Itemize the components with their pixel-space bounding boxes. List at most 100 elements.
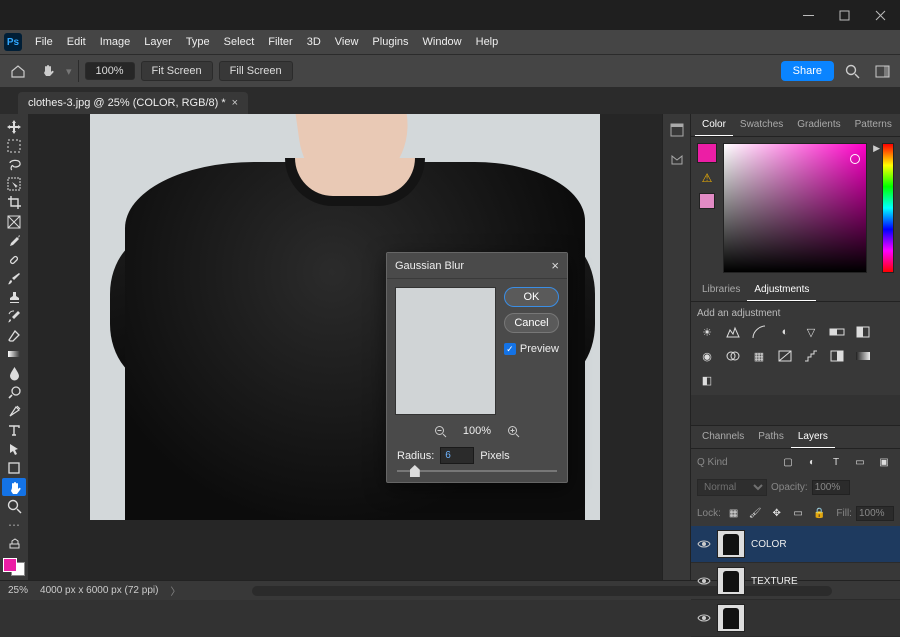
zoom-tool-icon[interactable]	[2, 497, 26, 515]
tab-patterns[interactable]: Patterns	[848, 114, 899, 136]
lock-artboard-icon[interactable]: ▭	[789, 504, 807, 522]
adj-bw-icon[interactable]	[853, 323, 873, 341]
visibility-eye-icon[interactable]	[697, 611, 711, 625]
lasso-tool-icon[interactable]	[2, 156, 26, 174]
lock-paint-icon[interactable]: 🖌	[746, 504, 764, 522]
menu-view[interactable]: View	[328, 33, 366, 51]
opacity-field[interactable]	[812, 480, 850, 495]
tab-layers[interactable]: Layers	[791, 426, 835, 448]
lock-trans-icon[interactable]: ▦	[725, 504, 743, 522]
adj-curves-icon[interactable]	[749, 323, 769, 341]
menu-edit[interactable]: Edit	[60, 33, 93, 51]
tab-channels[interactable]: Channels	[695, 426, 751, 448]
radius-input[interactable]	[440, 447, 474, 464]
window-maximize-button[interactable]	[826, 1, 862, 29]
zoom-in-icon[interactable]	[505, 423, 521, 439]
fit-screen-button[interactable]: Fit Screen	[141, 61, 213, 81]
panel-icon-a[interactable]	[667, 120, 687, 140]
menu-type[interactable]: Type	[179, 33, 217, 51]
preview-checkbox[interactable]: ✓ Preview	[504, 343, 559, 355]
blur-tool-icon[interactable]	[2, 364, 26, 382]
status-chevron-icon[interactable]: 〉	[170, 583, 180, 598]
adj-gradient-map-icon[interactable]	[853, 347, 873, 365]
layer-thumbnail[interactable]	[717, 567, 745, 595]
tab-libraries[interactable]: Libraries	[695, 279, 747, 301]
color-alt-swatch[interactable]	[699, 193, 715, 209]
search-icon[interactable]	[840, 59, 864, 83]
cancel-button[interactable]: Cancel	[504, 313, 559, 333]
adj-threshold-icon[interactable]	[827, 347, 847, 365]
adj-posterize-icon[interactable]	[801, 347, 821, 365]
share-button[interactable]: Share	[781, 61, 834, 81]
menu-help[interactable]: Help	[469, 33, 506, 51]
workspace-icon[interactable]	[870, 59, 894, 83]
adj-photo-filter-icon[interactable]: ◉	[697, 347, 717, 365]
shape-tool-icon[interactable]	[2, 459, 26, 477]
dialog-close-icon[interactable]: ×	[551, 258, 559, 273]
fill-field[interactable]	[856, 506, 894, 521]
history-brush-tool-icon[interactable]	[2, 308, 26, 326]
close-tab-icon[interactable]: ×	[232, 97, 238, 109]
layer-row[interactable]: COLOR	[691, 526, 900, 563]
filter-adjust-icon[interactable]: ◐	[802, 453, 822, 471]
adj-hue-icon[interactable]	[827, 323, 847, 341]
tab-color[interactable]: Color	[695, 114, 733, 136]
color-field-cursor[interactable]	[850, 154, 860, 164]
radius-slider[interactable]	[387, 468, 567, 482]
hand-tool-icon-selected[interactable]	[2, 478, 26, 496]
path-select-tool-icon[interactable]	[2, 440, 26, 458]
lock-all-icon[interactable]: 🔒	[811, 504, 829, 522]
frame-tool-icon[interactable]	[2, 213, 26, 231]
filter-shape-icon[interactable]: ▭	[850, 453, 870, 471]
color-field[interactable]	[723, 143, 867, 273]
hand-tool-icon[interactable]	[36, 59, 60, 83]
panel-icon-b[interactable]	[667, 150, 687, 170]
menu-file[interactable]: File	[28, 33, 60, 51]
zoom-level-field[interactable]: 100%	[85, 62, 135, 80]
layer-name[interactable]: TEXTURE	[751, 576, 798, 587]
eraser-tool-icon[interactable]	[2, 326, 26, 344]
crop-tool-icon[interactable]	[2, 194, 26, 212]
adj-vibrance-icon[interactable]: ▽	[801, 323, 821, 341]
eyedropper-tool-icon[interactable]	[2, 232, 26, 250]
layer-thumbnail[interactable]	[717, 604, 745, 632]
object-select-tool-icon[interactable]	[2, 175, 26, 193]
dialog-preview-thumbnail[interactable]	[395, 287, 496, 415]
visibility-eye-icon[interactable]	[697, 537, 711, 551]
menu-plugins[interactable]: Plugins	[365, 33, 415, 51]
edit-toolbar-icon[interactable]	[2, 535, 26, 553]
fill-screen-button[interactable]: Fill Screen	[219, 61, 293, 81]
color-foreground-swatch[interactable]	[697, 143, 717, 163]
toolbox-more-icon[interactable]: ⋯	[2, 516, 26, 534]
gradient-tool-icon[interactable]	[2, 345, 26, 363]
menu-layer[interactable]: Layer	[137, 33, 179, 51]
ok-button[interactable]: OK	[504, 287, 559, 307]
type-tool-icon[interactable]	[2, 421, 26, 439]
adj-channel-mixer-icon[interactable]	[723, 347, 743, 365]
tab-swatches[interactable]: Swatches	[733, 114, 790, 136]
filter-type-icon[interactable]: T	[826, 453, 846, 471]
gamut-warning-icon[interactable]: ⚠	[702, 171, 713, 185]
menu-image[interactable]: Image	[93, 33, 138, 51]
adj-color-lookup-icon[interactable]: ▦	[749, 347, 769, 365]
status-doc-info[interactable]: 4000 px x 6000 px (72 ppi)	[40, 585, 158, 596]
healing-tool-icon[interactable]	[2, 251, 26, 269]
horizontal-scrollbar[interactable]	[252, 586, 832, 596]
adj-exposure-icon[interactable]: ◐	[775, 323, 795, 341]
layer-list[interactable]: COLOR TEXTURE	[691, 526, 900, 637]
canvas-area[interactable]: Gaussian Blur × OK Cancel ✓ Preview 100%	[28, 114, 662, 580]
brush-tool-icon[interactable]	[2, 270, 26, 288]
filter-pixel-icon[interactable]: ▢	[778, 453, 798, 471]
layer-thumbnail[interactable]	[717, 530, 745, 558]
filter-smart-icon[interactable]: ▣	[874, 453, 894, 471]
pen-tool-icon[interactable]	[2, 402, 26, 420]
adj-invert-icon[interactable]	[775, 347, 795, 365]
dialog-titlebar[interactable]: Gaussian Blur ×	[387, 253, 567, 279]
home-icon[interactable]	[6, 59, 30, 83]
menu-select[interactable]: Select	[217, 33, 262, 51]
dodge-tool-icon[interactable]	[2, 383, 26, 401]
adj-selective-color-icon[interactable]: ◧	[697, 371, 717, 389]
layer-row[interactable]	[691, 600, 900, 637]
hue-slider[interactable]	[882, 143, 894, 273]
foreground-color-swatch[interactable]	[3, 558, 17, 572]
